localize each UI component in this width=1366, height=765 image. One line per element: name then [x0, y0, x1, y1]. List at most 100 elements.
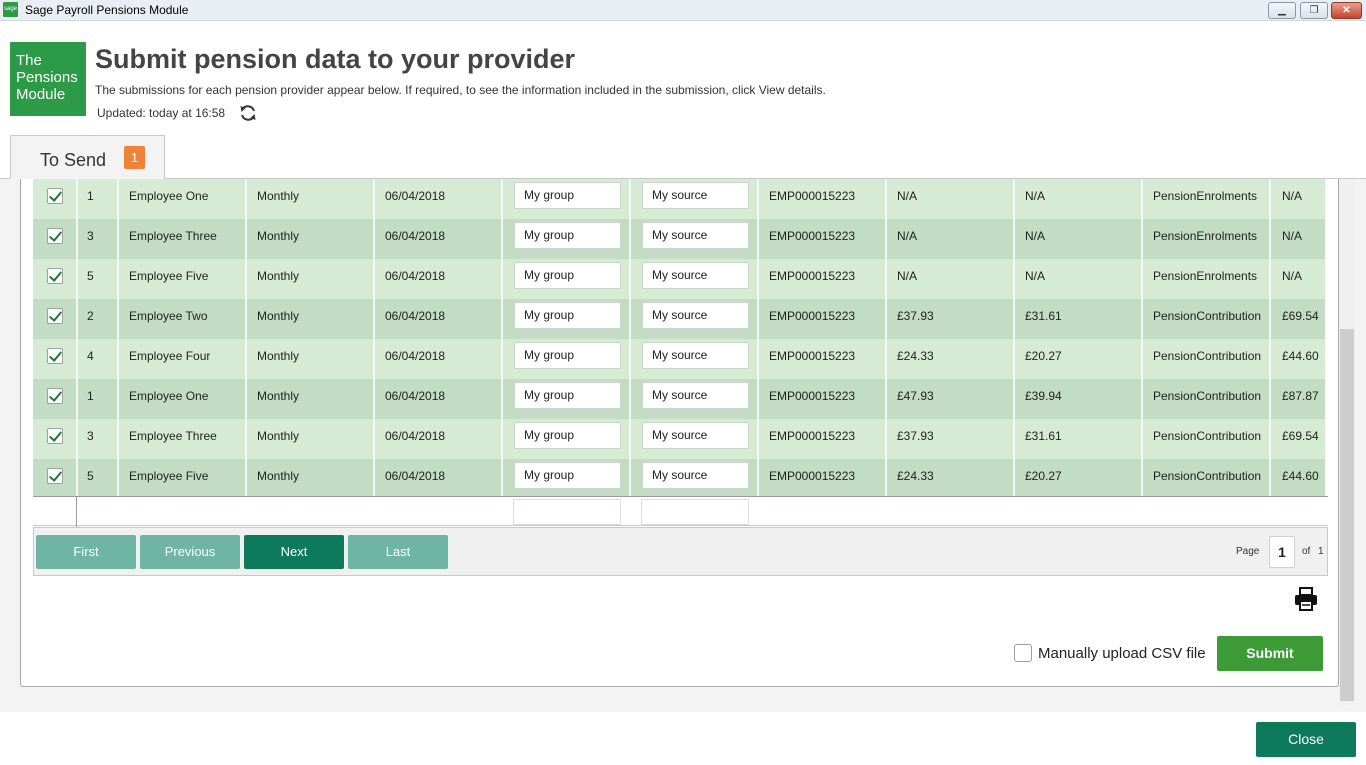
- logo-line: The: [16, 52, 42, 69]
- table-row: 3 Employee Three Monthly 06/04/2018 My g…: [33, 219, 1325, 259]
- amount-total: £69.54: [1282, 309, 1319, 323]
- row-checkbox[interactable]: [47, 268, 63, 284]
- pay-frequency: Monthly: [257, 429, 300, 443]
- employer-reference: EMP000015223: [769, 349, 856, 363]
- group-filter-input[interactable]: [513, 499, 621, 525]
- pay-frequency: Monthly: [257, 349, 300, 363]
- manual-csv-checkbox[interactable]: [1014, 644, 1032, 662]
- row-number: 3: [87, 229, 94, 243]
- page-number-input[interactable]: 1: [1269, 536, 1295, 568]
- pay-frequency: Monthly: [257, 309, 300, 323]
- amount-total: N/A: [1282, 229, 1303, 243]
- tab-count-badge: 1: [124, 146, 145, 169]
- row-number: 3: [87, 429, 94, 443]
- last-page-button[interactable]: Last: [348, 535, 448, 569]
- column-divider: [76, 497, 77, 527]
- employee-name: Employee Two: [129, 309, 208, 323]
- amount-2: £20.27: [1025, 349, 1062, 363]
- first-page-button[interactable]: First: [36, 535, 136, 569]
- employee-name: Employee Four: [129, 349, 211, 363]
- amount-total: N/A: [1282, 269, 1303, 283]
- close-button[interactable]: Close: [1256, 722, 1356, 757]
- amount-1: £37.93: [897, 429, 934, 443]
- row-number: 5: [87, 469, 94, 483]
- window-close-button[interactable]: ✕: [1331, 2, 1362, 19]
- group-field[interactable]: My group: [514, 222, 621, 249]
- scrollbar-thumb[interactable]: [1340, 329, 1354, 701]
- employer-reference: EMP000015223: [769, 269, 856, 283]
- page-subtitle: The submissions for each pension provide…: [95, 83, 826, 97]
- source-field[interactable]: My source: [642, 302, 749, 329]
- pay-frequency: Monthly: [257, 469, 300, 483]
- source-field[interactable]: My source: [642, 182, 749, 209]
- source-field[interactable]: My source: [642, 342, 749, 369]
- row-number: 5: [87, 269, 94, 283]
- logo-line: Module: [16, 86, 66, 103]
- employer-reference: EMP000015223: [769, 469, 856, 483]
- source-field[interactable]: My source: [642, 462, 749, 489]
- submission-grid: 1 Employee One Monthly 06/04/2018 My gro…: [33, 179, 1325, 499]
- submission-type: PensionContribution: [1153, 309, 1262, 323]
- employee-name: Employee One: [129, 189, 209, 203]
- employee-name: Employee Five: [129, 269, 209, 283]
- maximize-button[interactable]: ❐: [1300, 2, 1328, 19]
- row-checkbox[interactable]: [47, 348, 63, 364]
- employer-reference: EMP000015223: [769, 189, 856, 203]
- amount-total: N/A: [1282, 189, 1303, 203]
- group-field[interactable]: My group: [514, 302, 621, 329]
- previous-page-button[interactable]: Previous: [140, 535, 240, 569]
- source-field[interactable]: My source: [642, 262, 749, 289]
- row-checkbox[interactable]: [47, 228, 63, 244]
- group-field[interactable]: My group: [514, 262, 621, 289]
- amount-1: £24.33: [897, 469, 934, 483]
- amount-1: N/A: [897, 269, 918, 283]
- table-row: 4 Employee Four Monthly 06/04/2018 My gr…: [33, 339, 1325, 379]
- refresh-icon[interactable]: [238, 103, 258, 123]
- manual-csv-label: Manually upload CSV file: [1038, 645, 1206, 662]
- row-checkbox[interactable]: [47, 308, 63, 324]
- next-page-button[interactable]: Next: [244, 535, 344, 569]
- print-icon[interactable]: [1293, 586, 1319, 612]
- updated-timestamp: Updated: today at 16:58: [97, 106, 226, 120]
- group-field[interactable]: My group: [514, 422, 621, 449]
- amount-1: £24.33: [897, 349, 934, 363]
- source-field[interactable]: My source: [642, 222, 749, 249]
- group-field[interactable]: My group: [514, 462, 621, 489]
- pay-frequency: Monthly: [257, 229, 300, 243]
- amount-2: N/A: [1025, 269, 1046, 283]
- group-field[interactable]: My group: [514, 342, 621, 369]
- source-filter-input[interactable]: [641, 499, 749, 525]
- pay-date: 06/04/2018: [385, 309, 446, 323]
- submission-type: PensionContribution: [1153, 429, 1262, 443]
- row-checkbox[interactable]: [47, 388, 63, 404]
- row-checkbox[interactable]: [47, 188, 63, 204]
- group-field[interactable]: My group: [514, 182, 621, 209]
- table-row: 2 Employee Two Monthly 06/04/2018 My gro…: [33, 299, 1325, 339]
- source-field[interactable]: My source: [642, 382, 749, 409]
- submit-button[interactable]: Submit: [1217, 636, 1323, 671]
- window-title: Sage Payroll Pensions Module: [25, 3, 189, 17]
- row-checkbox[interactable]: [47, 468, 63, 484]
- tab-to-send[interactable]: To Send 1: [10, 135, 165, 179]
- group-field[interactable]: My group: [514, 382, 621, 409]
- sage-app-icon: sage: [3, 2, 18, 17]
- minimize-button[interactable]: ▁: [1268, 2, 1296, 19]
- row-number: 2: [87, 309, 94, 323]
- source-field[interactable]: My source: [642, 422, 749, 449]
- amount-total: £44.60: [1282, 349, 1319, 363]
- employee-name: Employee Three: [129, 429, 217, 443]
- amount-total: £87.87: [1282, 389, 1319, 403]
- submission-type: PensionContribution: [1153, 349, 1262, 363]
- employer-reference: EMP000015223: [769, 429, 856, 443]
- employer-reference: EMP000015223: [769, 309, 856, 323]
- of-label: of: [1302, 546, 1311, 557]
- employer-reference: EMP000015223: [769, 229, 856, 243]
- pay-date: 06/04/2018: [385, 429, 446, 443]
- row-checkbox[interactable]: [47, 428, 63, 444]
- pay-date: 06/04/2018: [385, 469, 446, 483]
- amount-1: £47.93: [897, 389, 934, 403]
- table-row: 5 Employee Five Monthly 06/04/2018 My gr…: [33, 259, 1325, 299]
- pay-date: 06/04/2018: [385, 349, 446, 363]
- amount-1: £37.93: [897, 309, 934, 323]
- pay-date: 06/04/2018: [385, 229, 446, 243]
